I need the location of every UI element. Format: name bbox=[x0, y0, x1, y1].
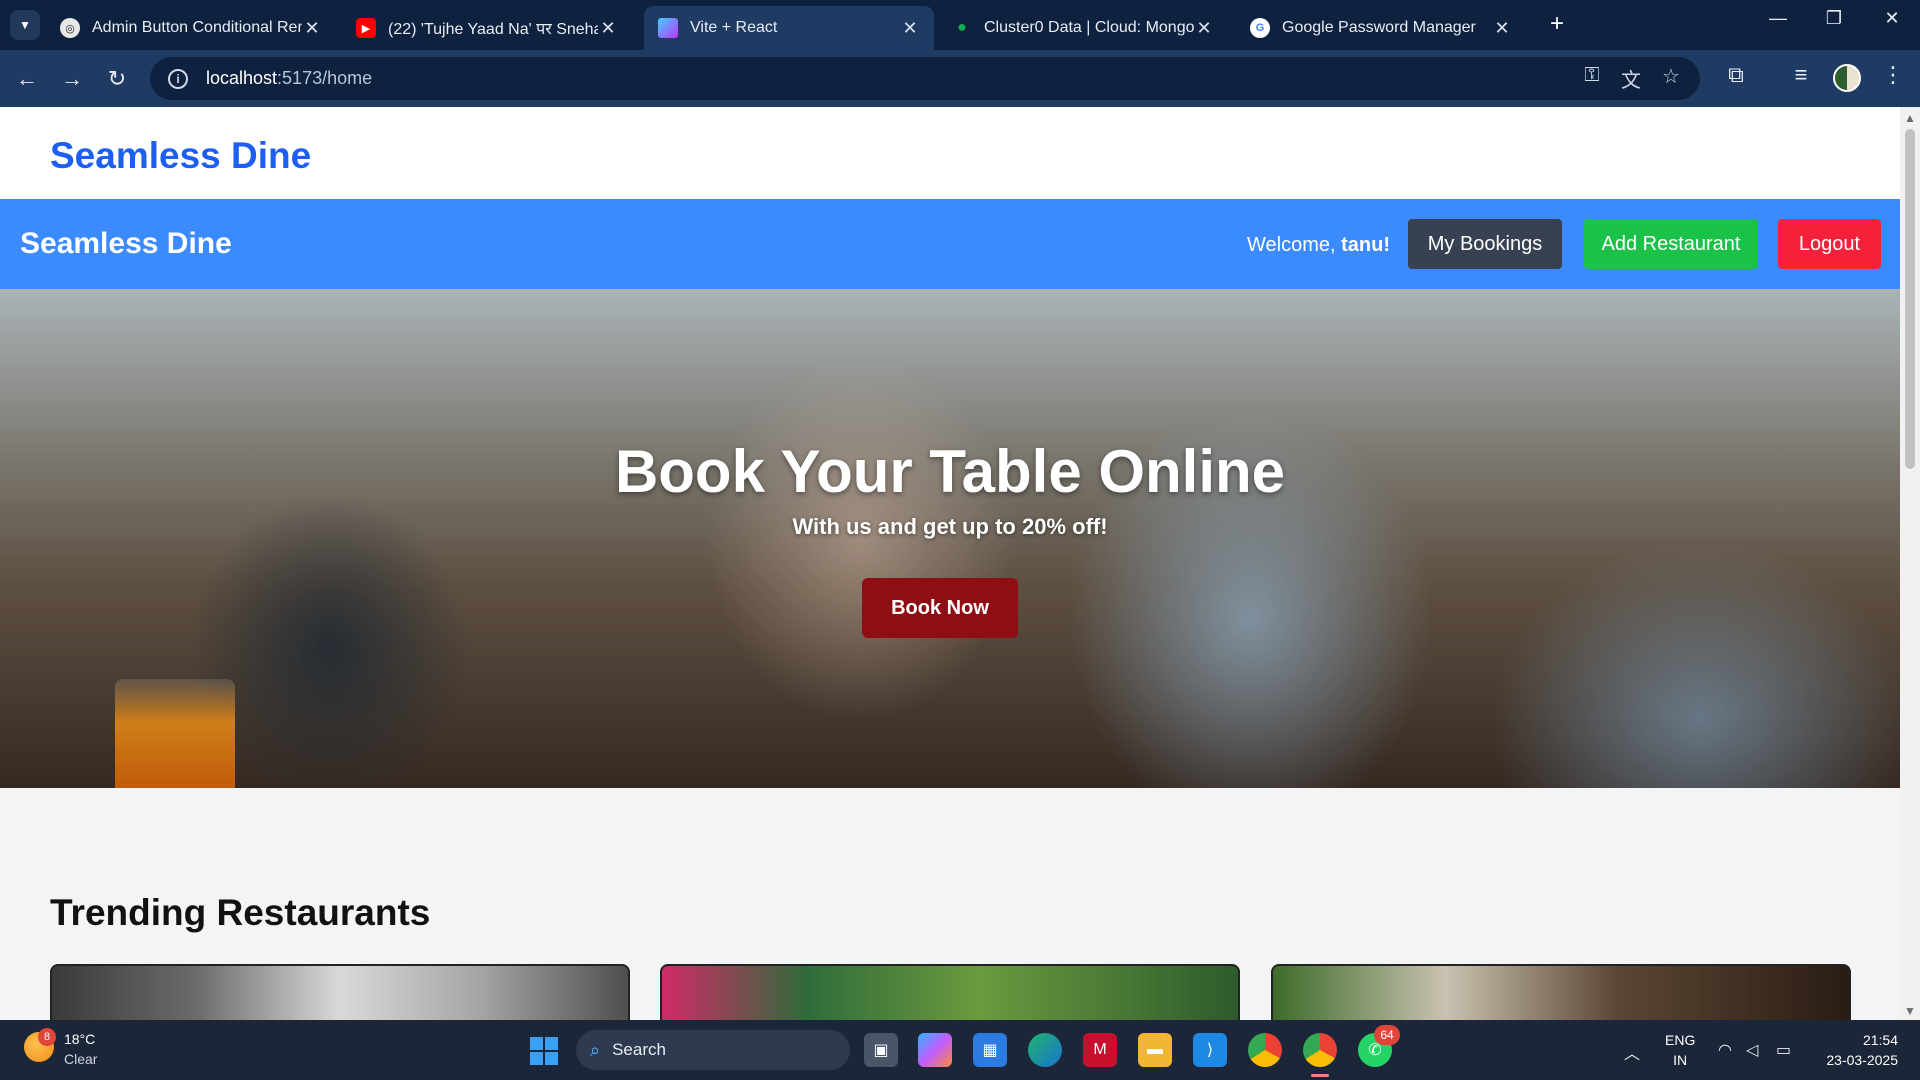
welcome-prefix: Welcome, bbox=[1247, 234, 1342, 256]
reload-icon[interactable]: ↻ bbox=[100, 62, 134, 96]
mcafee-icon[interactable]: M bbox=[1083, 1033, 1117, 1067]
wifi-icon[interactable]: ◠ bbox=[1718, 1040, 1732, 1060]
clock-time: 21:54 bbox=[1862, 1032, 1898, 1048]
page-viewport: Seamless Dine Seamless Dine Welcome, tan… bbox=[0, 107, 1900, 1020]
address-bar[interactable]: i localhost:5173/home bbox=[150, 57, 1700, 100]
trending-section-title: Trending Restaurants bbox=[50, 892, 431, 933]
active-app-indicator bbox=[1311, 1074, 1329, 1077]
window-close-icon[interactable]: ✕ bbox=[1872, 8, 1912, 29]
tab-title: Vite + React bbox=[690, 19, 778, 36]
site-header: Seamless Dine bbox=[0, 107, 1900, 199]
google-icon: G bbox=[1250, 18, 1270, 38]
system-clock[interactable]: 21:54 23-03-2025 bbox=[1818, 1030, 1898, 1070]
weather-badge: 8 bbox=[38, 1028, 56, 1046]
welcome-message: Welcome, tanu! bbox=[1247, 234, 1390, 257]
weather-condition[interactable]: Clear bbox=[64, 1051, 97, 1067]
restaurant-card-image[interactable] bbox=[50, 964, 630, 1020]
close-icon[interactable]: ✕ bbox=[1194, 18, 1214, 39]
hero-subtitle: With us and get up to 20% off! bbox=[792, 514, 1108, 539]
windows-start-icon[interactable] bbox=[530, 1037, 558, 1065]
chrome-icon[interactable] bbox=[1248, 1033, 1282, 1067]
weather-temperature[interactable]: 18°C bbox=[64, 1031, 95, 1047]
logout-button[interactable]: Logout bbox=[1778, 219, 1881, 269]
tab-search-button[interactable]: ▼ bbox=[10, 10, 40, 40]
openai-icon: ◎ bbox=[60, 18, 80, 38]
taskbar-search[interactable]: ⌕ Search bbox=[576, 1030, 850, 1070]
site-info-icon[interactable]: i bbox=[168, 68, 188, 89]
back-icon[interactable]: ← bbox=[10, 62, 44, 96]
media-control-icon[interactable]: ≡ bbox=[1784, 62, 1818, 88]
my-bookings-button[interactable]: My Bookings bbox=[1408, 219, 1562, 269]
microsoft-store-icon[interactable]: ▦ bbox=[973, 1033, 1007, 1067]
clock-date: 23-03-2025 bbox=[1826, 1052, 1898, 1068]
new-tab-button[interactable]: + bbox=[1542, 10, 1572, 38]
browser-toolbar: ← → ↻ i localhost:5173/home ⚿ 文 ☆ ⧉ ≡ ⋮ bbox=[0, 50, 1920, 107]
scroll-up-icon[interactable]: ▲ bbox=[1904, 111, 1916, 125]
tab-title: Admin Button Conditional Rend bbox=[92, 19, 302, 36]
browser-tab-active[interactable]: Vite + React ✕ bbox=[644, 6, 934, 50]
hero-title: Book Your Table Online bbox=[614, 438, 1286, 505]
close-icon[interactable]: ✕ bbox=[900, 18, 920, 39]
region-code: IN bbox=[1673, 1052, 1688, 1068]
translate-icon[interactable]: 文 bbox=[1616, 64, 1646, 93]
scroll-down-icon[interactable]: ▼ bbox=[1904, 1004, 1916, 1018]
edge-icon[interactable] bbox=[1028, 1033, 1062, 1067]
restaurant-card-image[interactable] bbox=[1271, 964, 1851, 1020]
minimize-icon[interactable]: — bbox=[1758, 8, 1798, 29]
nav-brand[interactable]: Seamless Dine bbox=[20, 227, 232, 261]
volume-icon[interactable]: ◁ bbox=[1746, 1040, 1758, 1060]
close-icon[interactable]: ✕ bbox=[302, 18, 322, 39]
chrome-profile-icon[interactable] bbox=[1303, 1033, 1337, 1067]
tray-chevron-up-icon[interactable]: ︿ bbox=[1624, 1040, 1640, 1064]
chevron-down-icon: ▼ bbox=[19, 18, 31, 32]
language-code: ENG bbox=[1665, 1032, 1696, 1048]
profile-avatar[interactable] bbox=[1833, 64, 1861, 92]
url-host: localhost bbox=[206, 68, 278, 88]
windows-taskbar: 8 18°C Clear ⌕ Search ▣ ▦ M ▬ ⟩ ✆ 64 ︿ E… bbox=[0, 1020, 1920, 1080]
restaurant-card-image[interactable] bbox=[660, 964, 1240, 1020]
navbar: Seamless Dine Welcome, tanu! My Bookings… bbox=[0, 199, 1900, 289]
extensions-icon[interactable]: ⧉ bbox=[1719, 62, 1753, 88]
forward-icon[interactable]: → bbox=[55, 62, 89, 96]
tab-title: Cluster0 Data | Cloud: MongoDI bbox=[984, 19, 1194, 36]
book-now-button[interactable]: Book Now bbox=[862, 578, 1018, 638]
browser-tab[interactable]: G Google Password Manager ✕ bbox=[1236, 6, 1526, 50]
page-scrollbar[interactable]: ▲ ▼ bbox=[1900, 107, 1920, 1020]
battery-icon[interactable]: ▭ bbox=[1776, 1040, 1791, 1060]
site-logo[interactable]: Seamless Dine bbox=[50, 135, 311, 177]
browser-tab[interactable]: ◎ Admin Button Conditional Rend ✕ bbox=[46, 6, 336, 50]
browser-tab[interactable]: ▶ (22) 'Tujhe Yaad Na' पर Sneha व ✕ bbox=[342, 6, 632, 50]
close-icon[interactable]: ✕ bbox=[598, 18, 618, 39]
vite-icon bbox=[658, 18, 678, 38]
file-explorer-icon[interactable]: ▬ bbox=[1138, 1033, 1172, 1067]
copilot-icon[interactable] bbox=[918, 1033, 952, 1067]
url-path: :5173/home bbox=[277, 68, 373, 88]
password-key-icon[interactable]: ⚿ bbox=[1577, 64, 1607, 87]
scrollbar-thumb[interactable] bbox=[1905, 129, 1915, 469]
browser-tab[interactable]: ● Cluster0 Data | Cloud: MongoDI ✕ bbox=[938, 6, 1228, 50]
browser-tab-bar: ▼ ◎ Admin Button Conditional Rend ✕ ▶ (2… bbox=[0, 0, 1920, 50]
vscode-icon[interactable]: ⟩ bbox=[1193, 1033, 1227, 1067]
restore-icon[interactable]: ❐ bbox=[1814, 8, 1854, 29]
search-icon: ⌕ bbox=[590, 1039, 601, 1060]
task-view-icon[interactable]: ▣ bbox=[864, 1033, 898, 1067]
welcome-username: tanu! bbox=[1341, 234, 1390, 256]
tab-title: Google Password Manager bbox=[1282, 19, 1476, 36]
add-restaurant-button[interactable]: Add Restaurant bbox=[1584, 219, 1758, 269]
bookmark-star-icon[interactable]: ☆ bbox=[1656, 64, 1686, 89]
taskbar-search-label: Search bbox=[612, 1040, 666, 1059]
close-icon[interactable]: ✕ bbox=[1492, 18, 1512, 39]
language-indicator[interactable]: ENG IN bbox=[1665, 1030, 1695, 1070]
whatsapp-badge: 64 bbox=[1374, 1025, 1400, 1045]
tab-title: (22) 'Tujhe Yaad Na' पर Sneha व bbox=[388, 21, 598, 38]
more-menu-icon[interactable]: ⋮ bbox=[1876, 62, 1910, 88]
hero-banner: Book Your Table Online With us and get u… bbox=[0, 289, 1900, 788]
mongodb-icon: ● bbox=[957, 19, 967, 36]
youtube-icon: ▶ bbox=[356, 18, 376, 38]
